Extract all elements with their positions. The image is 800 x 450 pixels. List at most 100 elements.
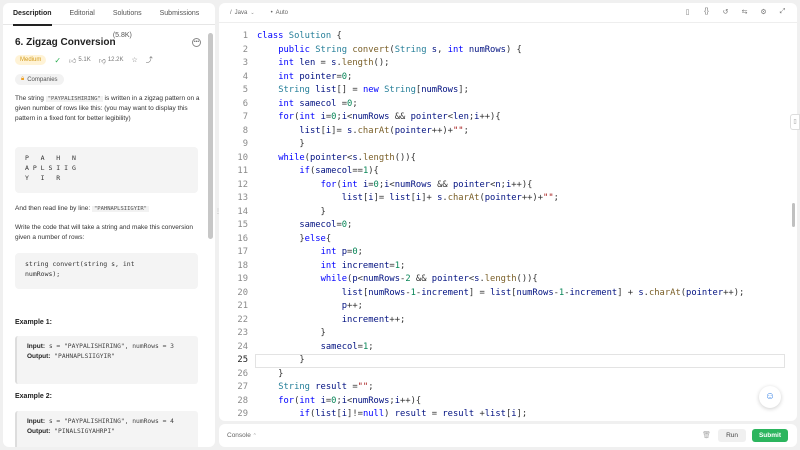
p1-text-a: The string [15, 95, 46, 102]
code-line[interactable]: 3 int len = s.length(); [219, 57, 789, 71]
ex1-output-label: Output: [27, 353, 51, 360]
line-number: 6 [242, 98, 248, 109]
settings-icon[interactable]: ⚙ [759, 8, 768, 16]
expand-icon[interactable]: ⤢ [778, 8, 787, 16]
auto-mode[interactable]: • Auto [271, 10, 288, 16]
code-line[interactable]: 24 samecol=1; [219, 341, 789, 355]
code-line[interactable]: 6 int samecol =0; [219, 98, 789, 112]
code-editor[interactable]: 1 class Solution {2 public String convert… [219, 27, 797, 421]
difficulty-badge: Medium [15, 55, 47, 65]
code-line[interactable]: 23 } [219, 327, 789, 341]
ex2-input-label: Input: [27, 418, 46, 425]
chat-assistant-button[interactable]: ☺ [759, 386, 781, 408]
code-text: String result =""; [278, 382, 374, 392]
example-2-title: Example 2: [15, 393, 52, 400]
companies-label: Companies [27, 76, 58, 83]
code-text: samecol=1; [320, 341, 374, 352]
code-text: for(int i=0;i<numRows && pointer<n;i++){ [320, 179, 533, 190]
star-icon[interactable]: ☆ [132, 56, 138, 64]
tab-description[interactable]: Description [13, 3, 52, 26]
code-line[interactable]: 25 } [219, 354, 789, 368]
thumbs-down-icon: 👎︎ [98, 57, 106, 65]
line-number: 21 [237, 301, 248, 311]
dislike-button[interactable]: 👎︎ 12.2K [99, 56, 124, 65]
code-line[interactable]: 1 class Solution { [219, 30, 789, 44]
companies-tag[interactable]: 🔒︎ Companies [15, 74, 64, 85]
format-icon[interactable]: ⇆ [740, 8, 749, 16]
dislike-count: 12.2K [107, 57, 124, 63]
share-icon[interactable]: ⤴ [146, 55, 153, 65]
editor-scrollbar[interactable] [792, 203, 795, 227]
line-number: 20 [237, 287, 248, 298]
like-button[interactable]: 👍︎ 5.1K [69, 56, 91, 65]
line-number: 4 [242, 71, 248, 82]
ex2-output: "PINALSIGYAHRPI" [54, 428, 115, 435]
code-line[interactable]: 18 int increment=1; [219, 260, 789, 274]
code-text: while(p<numRows-2 && pointer<s.length())… [320, 274, 538, 284]
code-line[interactable]: 17 int p=0; [219, 246, 789, 260]
line-number: 18 [237, 260, 248, 271]
console-label: Console [227, 432, 251, 439]
code-line[interactable]: 26 } [219, 368, 789, 382]
code-line[interactable]: 16 }else{ [219, 233, 789, 247]
code-line[interactable]: 19 while(p<numRows-2 && pointer<s.length… [219, 273, 789, 287]
braces-icon[interactable]: {} [702, 8, 711, 16]
editor-toolbar: / Java ⌄ • Auto ▯ {} ↺ ⇆ ⚙ ⤢ [219, 3, 797, 23]
code-line[interactable]: 29 if(list[i]!=null) result = result +li… [219, 408, 789, 421]
code-line[interactable]: 22 increment++; [219, 314, 789, 328]
code-line[interactable]: 2 public String convert(String s, int nu… [219, 44, 789, 58]
active-line-highlight [255, 354, 785, 368]
code-line[interactable]: 11 if(samecol==1){ [219, 165, 789, 179]
code-line[interactable]: 14 } [219, 206, 789, 220]
code-text: p++; [341, 301, 363, 311]
line-number: 19 [237, 274, 248, 284]
tab-editorial[interactable]: Editorial [70, 3, 95, 25]
tab-solutions[interactable]: Solutions (5.8K) [113, 3, 142, 39]
language-select[interactable]: / Java ⌄ [230, 10, 255, 16]
code-line[interactable]: 13 list[i]= list[i]+ s.charAt(pointer++)… [219, 192, 789, 206]
code-panel: / Java ⌄ • Auto ▯ {} ↺ ⇆ ⚙ ⤢ 1 class Solu… [219, 3, 797, 421]
line-number: 25 [237, 355, 248, 365]
code-line[interactable]: 28 for(int i=0;i<numRows;i++){ [219, 395, 789, 409]
bookmark-icon[interactable]: ▯ [683, 8, 692, 16]
signature-block: string convert(string s, int numRows); [15, 253, 198, 289]
code-text: list[i]= list[i]+ s.charAt(pointer++)+""… [341, 193, 559, 203]
problem-paragraph-3: Write the code that will take a string a… [15, 224, 193, 241]
problem-title[interactable]: 6. Zigzag Conversion [15, 37, 116, 48]
submit-button[interactable]: Submit [751, 429, 788, 442]
reset-icon[interactable]: ↺ [721, 8, 730, 16]
code-line[interactable]: 20 list[numRows-1-increment] = list[numR… [219, 287, 789, 301]
line-number: 13 [237, 193, 248, 203]
code-line[interactable]: 10 while(pointer<s.length()){ [219, 152, 789, 166]
code-line[interactable]: 8 list[i]= s.charAt(pointer++)+""; [219, 125, 789, 139]
code-line[interactable]: 15 samecol=0; [219, 219, 789, 233]
line-number: 29 [237, 409, 248, 419]
clear-icon[interactable]: 🗑︎ [702, 431, 711, 439]
like-count: 5.1K [78, 57, 91, 63]
console-bar: Console ⌃ 🗑︎ Run Submit [219, 424, 797, 447]
code-text: }else{ [257, 233, 332, 244]
ex1-output: "PAHNAPLSIIGYIR" [54, 353, 115, 360]
code-line[interactable]: 21 p++; [219, 300, 789, 314]
code-text: int pointer=0; [278, 71, 353, 82]
run-button[interactable]: Run [718, 429, 746, 442]
line-number: 14 [237, 206, 248, 217]
code-line[interactable]: 9 } [219, 138, 789, 152]
code-text: int increment=1; [320, 260, 406, 271]
line-number: 12 [237, 179, 248, 190]
code-line[interactable]: 27 String result =""; [219, 381, 789, 395]
more-icon[interactable]: ••• [192, 38, 201, 47]
code-text: if(list[i]!=null) result = result +list[… [299, 409, 528, 419]
code-line[interactable]: 4 int pointer=0; [219, 71, 789, 85]
description-scrollbar[interactable] [208, 33, 213, 239]
code-line[interactable]: 12 for(int i=0;i<numRows && pointer<n;i+… [219, 179, 789, 193]
console-toggle[interactable]: Console ⌃ [227, 432, 257, 439]
code-line[interactable]: 5 String list[] = new String[numRows]; [219, 84, 789, 98]
tab-submissions[interactable]: Submissions [160, 3, 200, 25]
side-panel-tab[interactable]: ▯ [790, 114, 800, 130]
line-number: 24 [237, 341, 248, 352]
panel-tabs: Description Editorial Solutions (5.8K) S… [3, 3, 215, 39]
code-line[interactable]: 7 for(int i=0;i<numRows && pointer<len;i… [219, 111, 789, 125]
code-text: if(samecol==1){ [299, 166, 379, 176]
problem-meta: Medium ✓ 👍︎ 5.1K 👎︎ 12.2K ☆ ⤴ [15, 55, 153, 65]
